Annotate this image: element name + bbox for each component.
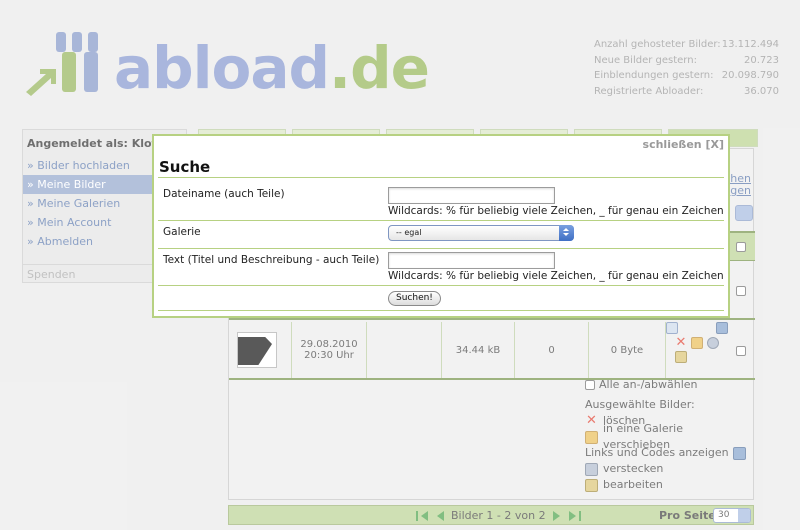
gallery-select-value: -- egal bbox=[396, 228, 422, 237]
divider bbox=[158, 220, 724, 221]
divider bbox=[158, 177, 724, 178]
text-label: Text (Titel und Beschreibung - auch Teil… bbox=[163, 254, 380, 266]
search-submit-button[interactable]: Suchen! bbox=[388, 291, 441, 306]
filename-hint: Wildcards: % für beliebig viele Zeichen,… bbox=[388, 205, 724, 217]
page-background: abload.de Anzahl gehosteter Bilder: 13.11… bbox=[0, 0, 800, 530]
gallery-select[interactable]: -- egal bbox=[388, 225, 574, 241]
gallery-label: Galerie bbox=[163, 226, 201, 238]
filename-label: Dateiname (auch Teile) bbox=[163, 188, 285, 200]
divider bbox=[158, 248, 724, 249]
close-button[interactable]: schließen [X] bbox=[643, 138, 724, 151]
divider bbox=[158, 285, 724, 286]
search-dialog: schließen [X] Suche Dateiname (auch Teil… bbox=[152, 134, 730, 318]
select-arrows-icon bbox=[559, 225, 574, 241]
dialog-title: Suche bbox=[159, 158, 211, 176]
text-input[interactable] bbox=[388, 252, 555, 269]
filename-input[interactable] bbox=[388, 187, 555, 204]
divider bbox=[158, 310, 724, 311]
text-hint: Wildcards: % für beliebig viele Zeichen,… bbox=[388, 270, 724, 282]
